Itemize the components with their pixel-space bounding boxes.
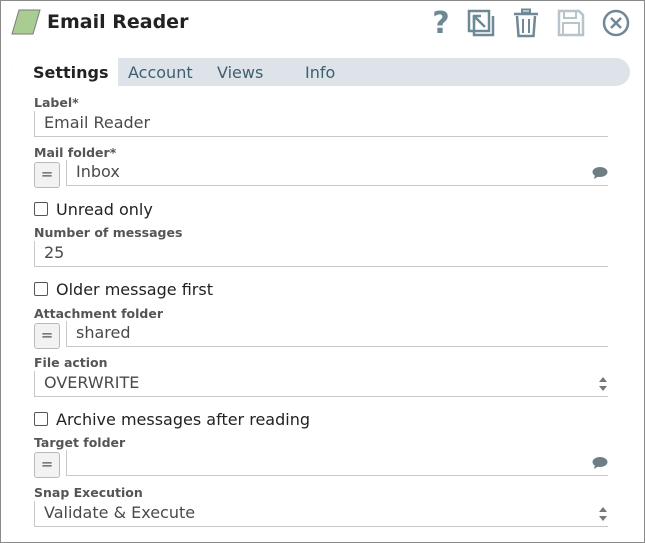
dialog-title: Email Reader [47, 11, 189, 33]
older-message-first-label: Older message first [56, 279, 213, 299]
help-icon[interactable]: ? [425, 6, 457, 41]
delete-icon[interactable] [510, 7, 542, 39]
select-arrows-icon [599, 377, 607, 391]
unread-only-checkbox[interactable] [34, 202, 48, 216]
target-folder-input[interactable] [66, 450, 608, 476]
select-arrows-icon [599, 507, 607, 521]
export-icon[interactable] [465, 7, 497, 39]
mail-folder-expression-toggle[interactable]: = [34, 162, 60, 188]
mail-folder-input[interactable]: Inbox [66, 160, 608, 186]
older-message-first-checkbox[interactable] [34, 282, 48, 296]
comment-icon[interactable] [592, 456, 608, 470]
close-icon[interactable] [600, 7, 632, 39]
tab-bar: Settings Account Views Info [11, 58, 630, 86]
save-icon[interactable] [555, 7, 587, 39]
snap-execution-value: Validate & Execute [44, 503, 196, 522]
mail-folder-value: Inbox [76, 162, 120, 181]
older-message-first-row: Older message first [34, 279, 213, 299]
snap-execution-label: Snap Execution [34, 485, 143, 500]
attachment-folder-input[interactable]: shared [66, 321, 608, 347]
file-action-select[interactable]: OVERWRITE [34, 371, 608, 397]
file-action-value: OVERWRITE [44, 373, 140, 392]
unread-only-label: Unread only [56, 199, 153, 219]
target-folder-expression-toggle[interactable]: = [34, 452, 60, 478]
archive-messages-label: Archive messages after reading [56, 409, 310, 429]
archive-messages-row: Archive messages after reading [34, 409, 310, 429]
attachment-folder-expression-toggle[interactable]: = [34, 323, 60, 349]
unread-only-row: Unread only [34, 199, 153, 219]
snap-execution-select[interactable]: Validate & Execute [34, 501, 608, 527]
comment-icon[interactable] [592, 166, 608, 180]
target-folder-label: Target folder [34, 435, 126, 450]
snap-type-icon [11, 9, 41, 35]
tab-views[interactable]: Views [217, 58, 263, 86]
tab-settings[interactable]: Settings [11, 58, 118, 86]
mail-folder-label: Mail folder* [34, 145, 117, 160]
archive-messages-checkbox[interactable] [34, 412, 48, 426]
snap-settings-dialog: Email Reader ? Settings Account Views In… [0, 0, 645, 543]
tab-info[interactable]: Info [305, 58, 335, 86]
number-of-messages-label: Number of messages [34, 225, 183, 240]
attachment-folder-label: Attachment folder [34, 306, 163, 321]
number-of-messages-input[interactable]: 25 [34, 241, 608, 267]
file-action-label: File action [34, 355, 108, 370]
label-field-label: Label* [34, 95, 79, 110]
tab-account[interactable]: Account [128, 58, 193, 86]
label-input[interactable]: Email Reader [34, 111, 608, 137]
